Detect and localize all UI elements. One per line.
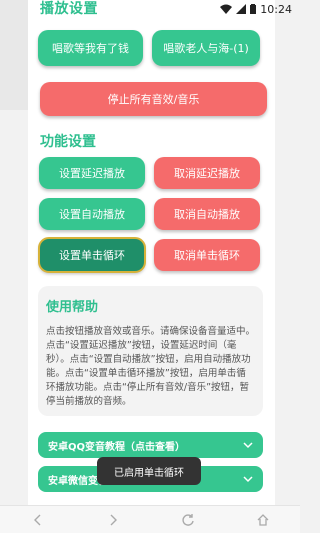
chevron-down-icon [243,474,253,484]
forward-icon[interactable] [105,512,121,528]
cancel-click-loop-button[interactable]: 取消单击循环 [154,239,260,271]
wifi-icon [220,4,233,14]
accordion-label: 安卓QQ变音教程（点击查看） [48,441,186,453]
status-time: 10:24 [260,2,292,16]
cancel-auto-play-button[interactable]: 取消自动播放 [154,198,260,230]
home-icon[interactable] [255,512,271,528]
back-icon[interactable] [30,512,46,528]
qq-voice-tutorial-accordion[interactable]: 安卓QQ变音教程（点击查看） [38,432,263,458]
set-auto-play-button[interactable]: 设置自动播放 [39,198,145,230]
help-text: 点击按钮播放音效或音乐。请确保设备音量适中。点击“设置延迟播放”按钮，设置延迟时… [46,326,256,407]
main-card: 播放设置 唱歌等我有了钱 唱歌老人与海-(1) 停止所有音效/音乐 功能设置 设… [28,0,275,505]
play-song-2-button[interactable]: 唱歌老人与海-(1) [152,30,260,66]
chevron-down-icon [243,440,253,450]
help-title: 使用帮助 [46,300,99,315]
help-panel: 使用帮助 点击按钮播放音效或音乐。请确保设备音量适中。点击“设置延迟播放”按钮，… [38,286,263,416]
signal-icon [236,4,247,14]
stop-all-button[interactable]: 停止所有音效/音乐 [40,82,267,116]
battery-icon [250,4,257,14]
function-settings-title: 功能设置 [40,134,96,150]
cancel-delay-play-button[interactable]: 取消延迟播放 [154,157,260,189]
bottom-browser-nav [0,505,300,533]
toast-message: 已启用单击循环 [97,457,201,485]
status-bar: 10:24 [0,0,300,18]
refresh-icon[interactable] [180,512,196,528]
play-song-1-button[interactable]: 唱歌等我有了钱 [38,30,143,66]
set-delay-play-button[interactable]: 设置延迟播放 [39,157,145,189]
set-click-loop-button[interactable]: 设置单击循环 [38,237,146,273]
